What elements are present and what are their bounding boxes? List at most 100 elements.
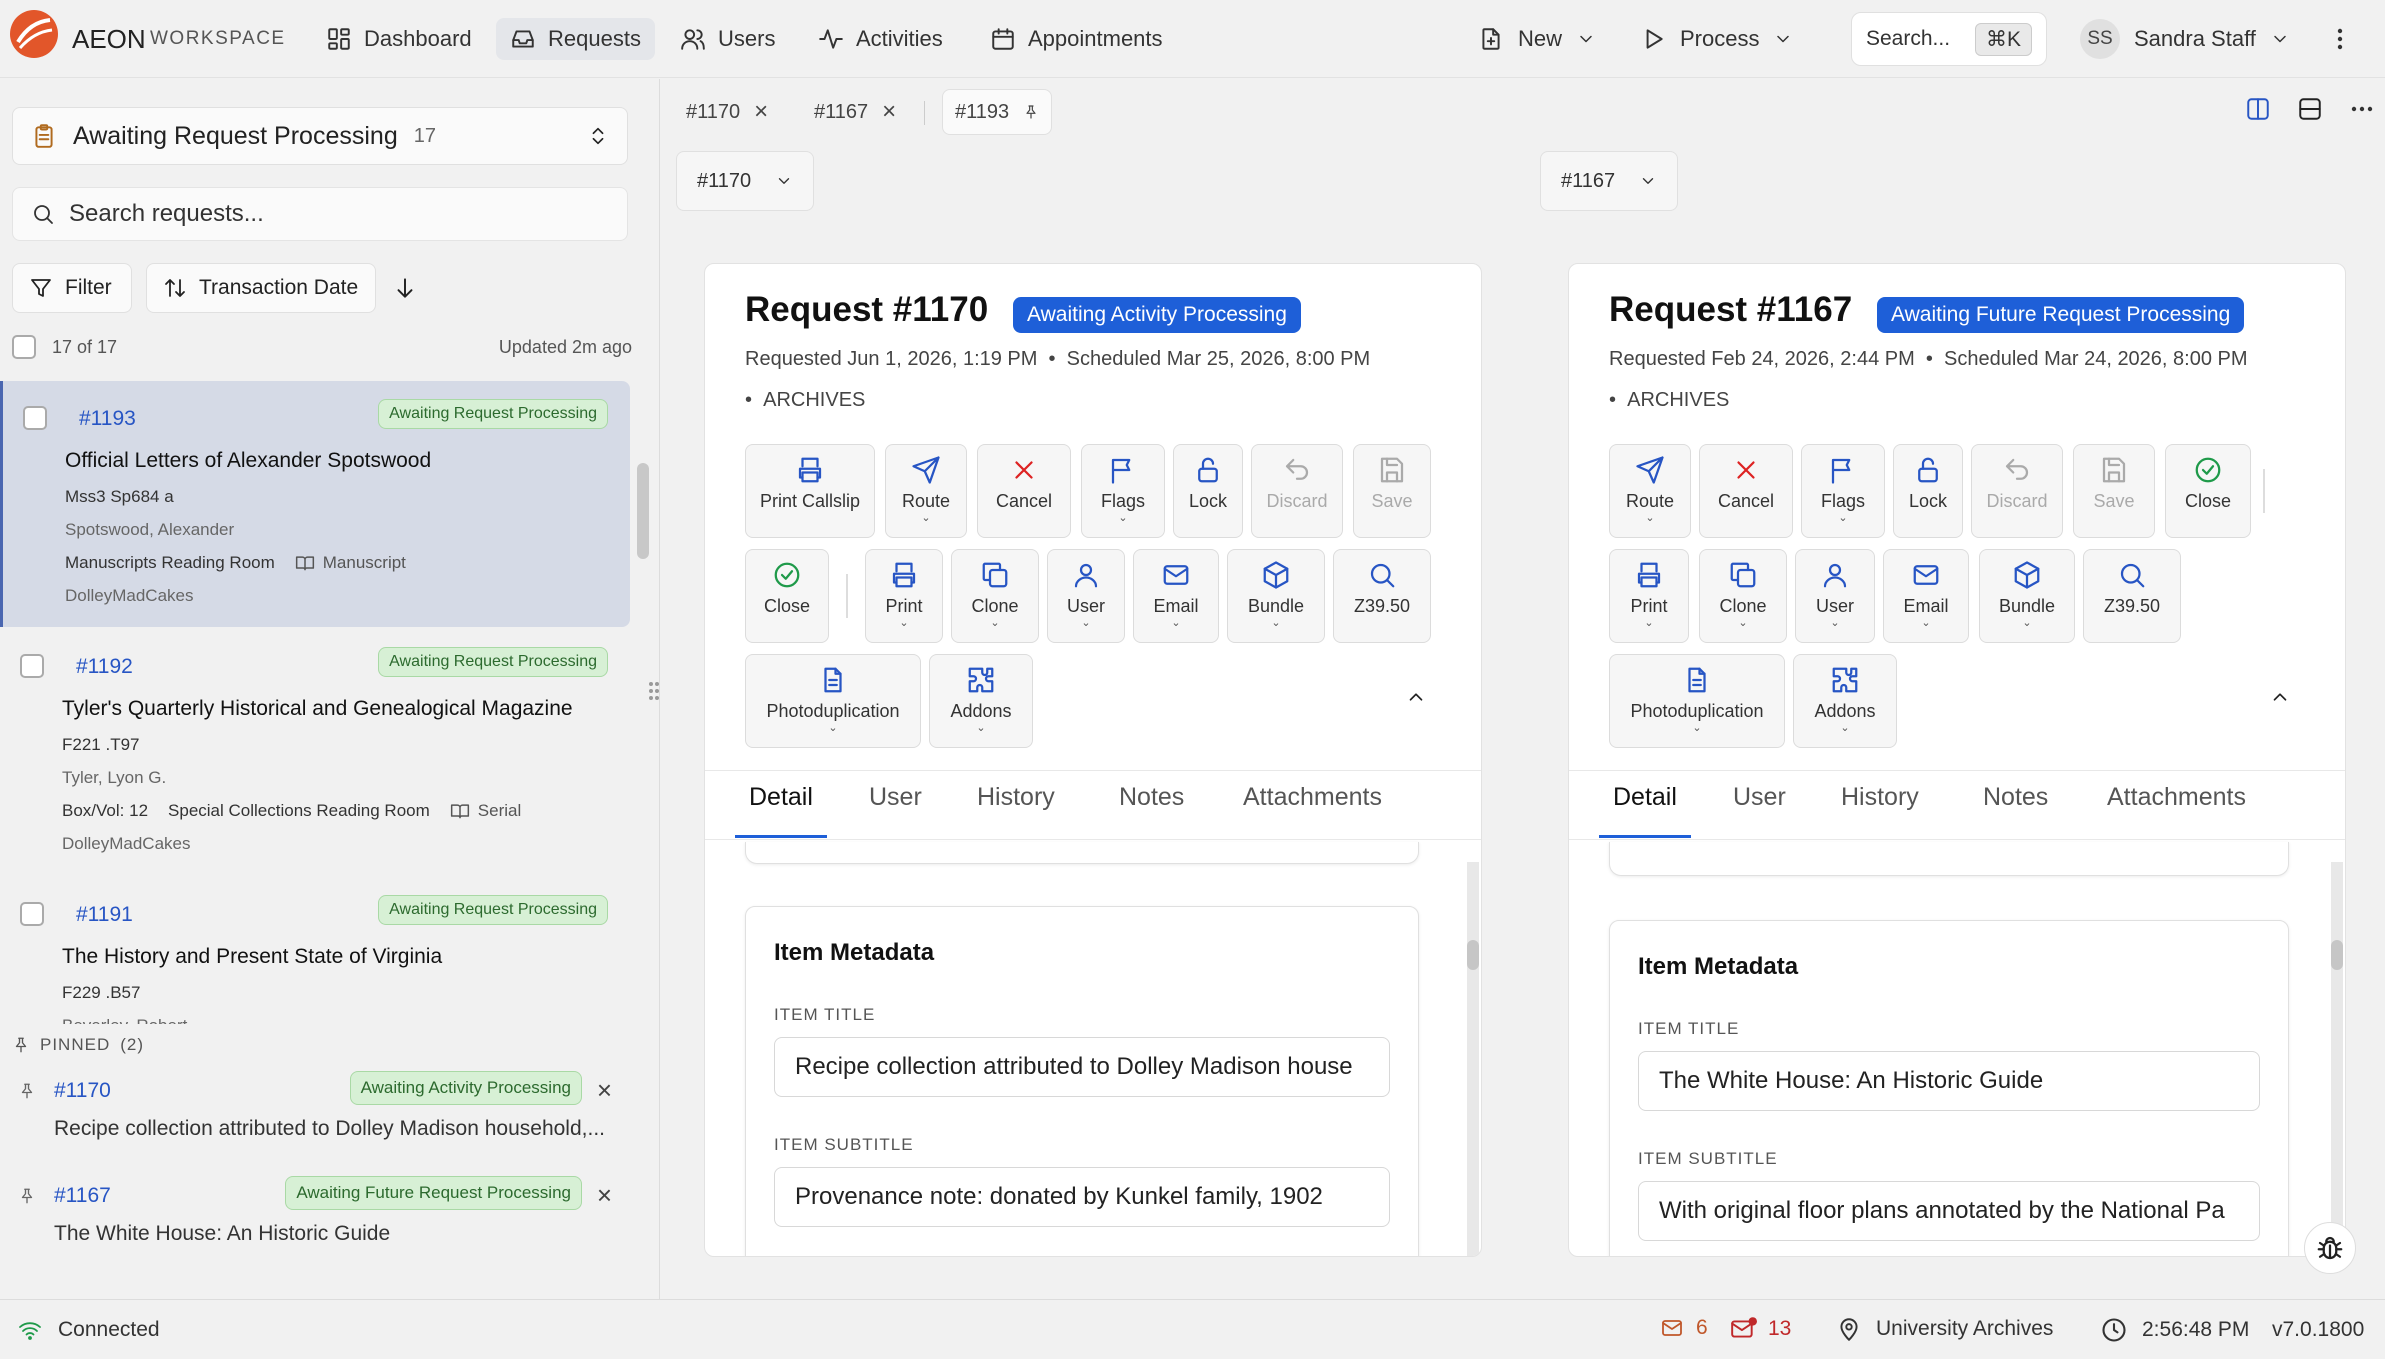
split-vertical-icon[interactable] <box>2245 96 2271 122</box>
process-button[interactable]: Process <box>1640 18 1793 60</box>
item-title-field[interactable]: The White House: An Historic Guide <box>1638 1051 2260 1111</box>
nav-activities[interactable]: Activities <box>804 18 957 60</box>
pane-request-selector[interactable]: #1170 <box>676 151 815 211</box>
list-scrollbar[interactable] <box>637 463 649 559</box>
flags-button[interactable]: Flags ⌄ <box>1081 444 1165 538</box>
route-button[interactable]: Route ⌄ <box>1609 444 1691 538</box>
email-button[interactable]: Email ⌄ <box>1883 549 1969 643</box>
z3950-button[interactable]: Z39.50 <box>2083 549 2181 643</box>
tab-user[interactable]: User <box>1733 783 1786 812</box>
close-icon[interactable]: × <box>754 98 768 126</box>
arrow-down-icon[interactable] <box>392 275 418 301</box>
tab-history[interactable]: History <box>977 783 1055 812</box>
request-id-link[interactable]: #1192 <box>76 655 133 679</box>
print-callslip-button[interactable]: Print Callslip <box>745 444 875 538</box>
clone-button[interactable]: Clone ⌄ <box>1699 549 1787 643</box>
flags-button[interactable]: Flags ⌄ <box>1801 444 1885 538</box>
debug-button[interactable] <box>2304 1222 2356 1274</box>
tab-notes[interactable]: Notes <box>1119 783 1184 812</box>
list-item[interactable]: #1193 Awaiting Request Processing Offici… <box>0 381 630 627</box>
lock-button[interactable]: Lock <box>1893 444 1963 538</box>
sort-field-button[interactable]: Transaction Date <box>146 263 376 313</box>
save-button[interactable]: Save <box>1353 444 1431 538</box>
site-row: • ARCHIVES <box>745 389 866 411</box>
location-status[interactable]: University Archives <box>1836 1316 2053 1342</box>
pane-request-selector[interactable]: #1167 <box>1540 151 1679 211</box>
tab-1170[interactable]: #1170 × <box>674 89 780 135</box>
tab-notes[interactable]: Notes <box>1983 783 2048 812</box>
more-vertical-icon[interactable] <box>2330 26 2350 52</box>
pinned-item[interactable]: #1167 Awaiting Future Request Processing… <box>0 1176 640 1276</box>
nav-requests[interactable]: Requests <box>496 18 655 60</box>
cancel-button[interactable]: Cancel <box>977 444 1071 538</box>
unpin-close-icon[interactable]: × <box>597 1075 612 1106</box>
new-button[interactable]: New <box>1478 18 1596 60</box>
tab-1167[interactable]: #1167 × <box>802 89 908 135</box>
user-button[interactable]: User ⌄ <box>1795 549 1875 643</box>
nav-appointments[interactable]: Appointments <box>976 18 1177 60</box>
bundle-button[interactable]: Bundle ⌄ <box>1979 549 2075 643</box>
close-icon[interactable]: × <box>882 98 896 126</box>
pin-icon[interactable] <box>1023 103 1039 121</box>
nav-users[interactable]: Users <box>666 18 789 60</box>
queue-selector[interactable]: Awaiting Request Processing 17 <box>12 107 628 165</box>
request-search-input[interactable]: Search requests... <box>12 187 628 241</box>
email-button[interactable]: Email ⌄ <box>1133 549 1219 643</box>
row-checkbox[interactable] <box>20 654 44 678</box>
tab-attachments[interactable]: Attachments <box>1243 783 1382 812</box>
filter-button[interactable]: Filter <box>12 263 132 313</box>
addons-button[interactable]: Addons ⌄ <box>929 654 1033 748</box>
discard-button[interactable]: Discard <box>1251 444 1343 538</box>
nav-dashboard[interactable]: Dashboard <box>312 18 486 60</box>
close-request-button[interactable]: Close <box>2165 444 2251 538</box>
save-button[interactable]: Save <box>2073 444 2155 538</box>
unpin-close-icon[interactable]: × <box>597 1180 612 1211</box>
list-item[interactable]: #1191 Awaiting Request Processing The Hi… <box>0 877 630 1024</box>
print-button[interactable]: Print ⌄ <box>1609 549 1689 643</box>
more-horizontal-icon[interactable] <box>2349 96 2375 122</box>
clone-button[interactable]: Clone ⌄ <box>951 549 1039 643</box>
aeon-logo-icon[interactable] <box>8 8 60 60</box>
addons-button[interactable]: Addons ⌄ <box>1793 654 1897 748</box>
photoduplication-button[interactable]: Photoduplication ⌄ <box>745 654 921 748</box>
cancel-button[interactable]: Cancel <box>1699 444 1793 538</box>
tab-detail[interactable]: Detail <box>735 783 827 838</box>
chevron-up-icon[interactable] <box>2269 686 2291 708</box>
select-all-checkbox[interactable] <box>12 335 36 359</box>
tab-detail[interactable]: Detail <box>1599 783 1691 838</box>
global-search-button[interactable]: Search... ⌘K <box>1851 12 2047 66</box>
bundle-button[interactable]: Bundle ⌄ <box>1227 549 1325 643</box>
request-id-link[interactable]: #1191 <box>76 903 133 927</box>
photoduplication-button[interactable]: Photoduplication ⌄ <box>1609 654 1785 748</box>
detail-scrollbar[interactable] <box>2331 862 2343 1256</box>
print-button[interactable]: Print ⌄ <box>865 549 943 643</box>
z3950-button[interactable]: Z39.50 <box>1333 549 1431 643</box>
tab-1193[interactable]: #1193 <box>942 89 1053 135</box>
user-menu[interactable]: SS Sandra Staff <box>2080 18 2290 60</box>
item-title-field[interactable]: Recipe collection attributed to Dolley M… <box>774 1037 1390 1097</box>
request-id-link[interactable]: #1193 <box>79 407 136 431</box>
row-checkbox[interactable] <box>20 902 44 926</box>
route-button[interactable]: Route ⌄ <box>885 444 967 538</box>
item-subtitle-field[interactable]: With original floor plans annotated by t… <box>1638 1181 2260 1241</box>
discard-button[interactable]: Discard <box>1971 444 2063 538</box>
detail-scrollbar[interactable] <box>1467 862 1479 1256</box>
pinned-id-link[interactable]: #1170 <box>54 1079 111 1103</box>
split-horizontal-icon[interactable] <box>2297 96 2323 122</box>
status-badge: Awaiting Future Request Processing <box>1877 297 2245 333</box>
chevron-up-icon[interactable] <box>1405 686 1427 708</box>
resize-handle-icon[interactable] <box>646 676 662 706</box>
tab-history[interactable]: History <box>1841 783 1919 812</box>
item-subtitle-field[interactable]: Provenance note: donated by Kunkel famil… <box>774 1167 1390 1227</box>
close-request-button[interactable]: Close <box>745 549 829 643</box>
tab-attachments[interactable]: Attachments <box>2107 783 2246 812</box>
user-button[interactable]: User ⌄ <box>1047 549 1125 643</box>
lock-button[interactable]: Lock <box>1173 444 1243 538</box>
mail-alert-status[interactable]: 13 <box>1728 1316 1791 1342</box>
pinned-id-link[interactable]: #1167 <box>54 1184 111 1208</box>
pinned-item[interactable]: #1170 Awaiting Activity Processing × Rec… <box>0 1071 640 1171</box>
list-item[interactable]: #1192 Awaiting Request Processing Tyler'… <box>0 629 630 875</box>
row-checkbox[interactable] <box>23 406 47 430</box>
tab-user[interactable]: User <box>869 783 922 812</box>
mail-status[interactable]: 6 <box>1658 1316 1708 1340</box>
